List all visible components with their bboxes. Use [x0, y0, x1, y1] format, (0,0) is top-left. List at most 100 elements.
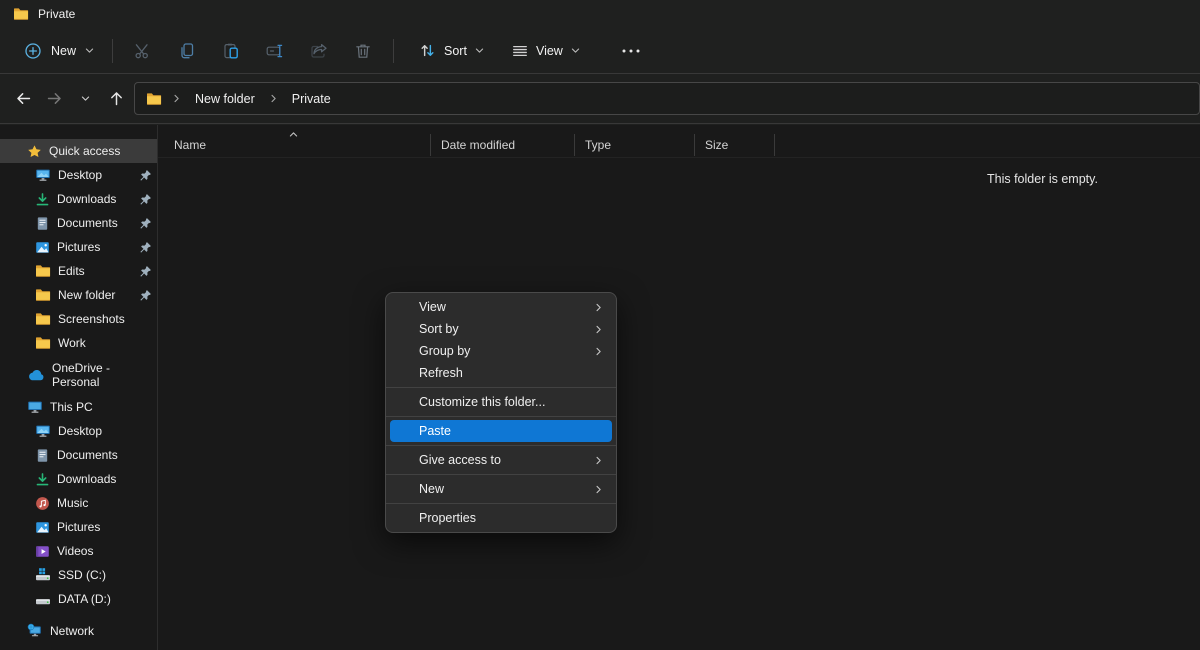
- sidebar-item-music[interactable]: Music: [0, 491, 157, 515]
- sidebar-item-screenshots[interactable]: Screenshots: [0, 307, 157, 331]
- chevron-right-icon: [593, 302, 604, 313]
- menu-item-new[interactable]: New: [386, 478, 616, 500]
- desktop-icon: [35, 423, 51, 439]
- network-icon: [27, 623, 43, 639]
- delete-icon: [353, 41, 373, 61]
- view-button-label: View: [536, 44, 563, 58]
- sidebar-item-downloads[interactable]: Downloads: [0, 187, 157, 211]
- pin-icon: [139, 289, 152, 302]
- menu-item-label: Refresh: [419, 366, 463, 380]
- column-header-date-modified[interactable]: Date modified: [431, 134, 575, 156]
- chevron-down-icon: [570, 45, 581, 56]
- column-label: Type: [585, 138, 611, 152]
- share-button[interactable]: [297, 34, 341, 68]
- sidebar-item-label: Quick access: [49, 144, 120, 158]
- menu-separator: [386, 445, 616, 446]
- menu-item-group-by[interactable]: Group by: [386, 340, 616, 362]
- sidebar-item-this-pc[interactable]: This PC: [0, 395, 157, 419]
- cut-button[interactable]: [121, 34, 165, 68]
- share-icon: [309, 41, 329, 61]
- view-button[interactable]: View: [501, 36, 591, 66]
- menu-item-label: New: [419, 482, 444, 496]
- back-button[interactable]: [8, 83, 39, 115]
- sort-arrows-icon: [418, 41, 437, 60]
- column-label: Size: [705, 138, 728, 152]
- sidebar-item-edits[interactable]: Edits: [0, 259, 157, 283]
- sidebar-item-desktop[interactable]: Desktop: [0, 163, 157, 187]
- sidebar-item-pc-pictures[interactable]: Pictures: [0, 515, 157, 539]
- toolbar-separator: [393, 39, 394, 63]
- sidebar-item-data-d[interactable]: DATA (D:): [0, 587, 157, 611]
- downloads-icon: [35, 192, 50, 207]
- chevron-right-icon: [593, 324, 604, 335]
- recent-locations-button[interactable]: [70, 83, 101, 115]
- sidebar-item-network[interactable]: Network: [0, 619, 157, 643]
- sidebar-item-onedrive[interactable]: OneDrive - Personal: [0, 363, 157, 387]
- menu-item-label: Group by: [419, 344, 470, 358]
- documents-icon: [35, 448, 50, 463]
- sidebar-item-pc-documents[interactable]: Documents: [0, 443, 157, 467]
- copy-icon: [177, 41, 197, 61]
- menu-item-properties[interactable]: Properties: [386, 507, 616, 529]
- onedrive-cloud-icon: [27, 368, 45, 382]
- breadcrumb-private[interactable]: Private: [288, 89, 335, 109]
- file-list-area: Name Date modified Type Size This folder…: [158, 125, 1200, 650]
- cut-icon: [133, 41, 153, 61]
- menu-item-paste[interactable]: Paste: [390, 420, 612, 442]
- menu-separator: [386, 503, 616, 504]
- sidebar-item-label: Edits: [58, 264, 85, 278]
- menu-item-label: Properties: [419, 511, 476, 525]
- downloads-icon: [35, 472, 50, 487]
- menu-item-label: Paste: [419, 424, 451, 438]
- pin-icon: [139, 193, 152, 206]
- column-header-name[interactable]: Name: [158, 134, 431, 156]
- column-header-size[interactable]: Size: [695, 134, 775, 156]
- sidebar-item-label: Pictures: [57, 240, 100, 254]
- toolbar-separator: [112, 39, 113, 63]
- delete-button[interactable]: [341, 34, 385, 68]
- rename-icon: [265, 41, 285, 61]
- sidebar-item-pc-desktop[interactable]: Desktop: [0, 419, 157, 443]
- sidebar-item-pc-downloads[interactable]: Downloads: [0, 467, 157, 491]
- copy-button[interactable]: [165, 34, 209, 68]
- sidebar-item-quick-access[interactable]: Quick access: [0, 139, 157, 163]
- menu-item-view[interactable]: View: [386, 296, 616, 318]
- sort-button[interactable]: Sort: [408, 35, 495, 66]
- arrow-left-icon: [15, 90, 32, 107]
- menu-item-give-access-to[interactable]: Give access to: [386, 449, 616, 471]
- column-header-type[interactable]: Type: [575, 134, 695, 156]
- new-button[interactable]: New: [14, 35, 104, 67]
- column-headers: Name Date modified Type Size: [158, 132, 1200, 158]
- address-bar[interactable]: New folder Private: [134, 82, 1200, 115]
- this-pc-icon: [27, 399, 43, 415]
- paste-icon: [221, 41, 241, 61]
- sidebar-item-new-folder[interactable]: New folder: [0, 283, 157, 307]
- menu-separator: [386, 474, 616, 475]
- empty-folder-message: This folder is empty.: [987, 172, 1098, 186]
- arrow-up-icon: [108, 90, 125, 107]
- sort-button-label: Sort: [444, 44, 467, 58]
- paste-button[interactable]: [209, 34, 253, 68]
- up-button[interactable]: [101, 83, 132, 115]
- chevron-right-icon: [593, 346, 604, 357]
- sidebar-item-videos[interactable]: Videos: [0, 539, 157, 563]
- sidebar-item-label: Documents: [57, 216, 118, 230]
- sidebar-item-work[interactable]: Work: [0, 331, 157, 355]
- star-icon: [27, 144, 42, 159]
- rename-button[interactable]: [253, 34, 297, 68]
- sidebar-item-ssd-c[interactable]: SSD (C:): [0, 563, 157, 587]
- sidebar-item-label: Pictures: [57, 520, 100, 534]
- menu-item-customize-this-folder[interactable]: Customize this folder...: [386, 391, 616, 413]
- sidebar-item-pictures[interactable]: Pictures: [0, 235, 157, 259]
- sidebar-item-documents[interactable]: Documents: [0, 211, 157, 235]
- menu-separator: [386, 387, 616, 388]
- see-more-button[interactable]: [613, 36, 649, 66]
- menu-item-sort-by[interactable]: Sort by: [386, 318, 616, 340]
- breadcrumb-new-folder[interactable]: New folder: [191, 89, 259, 109]
- forward-button[interactable]: [39, 83, 70, 115]
- new-button-label: New: [51, 44, 76, 58]
- folder-icon: [35, 311, 51, 327]
- sort-ascending-icon: [288, 129, 299, 140]
- menu-item-refresh[interactable]: Refresh: [386, 362, 616, 384]
- address-bar-row: New folder Private: [0, 74, 1200, 124]
